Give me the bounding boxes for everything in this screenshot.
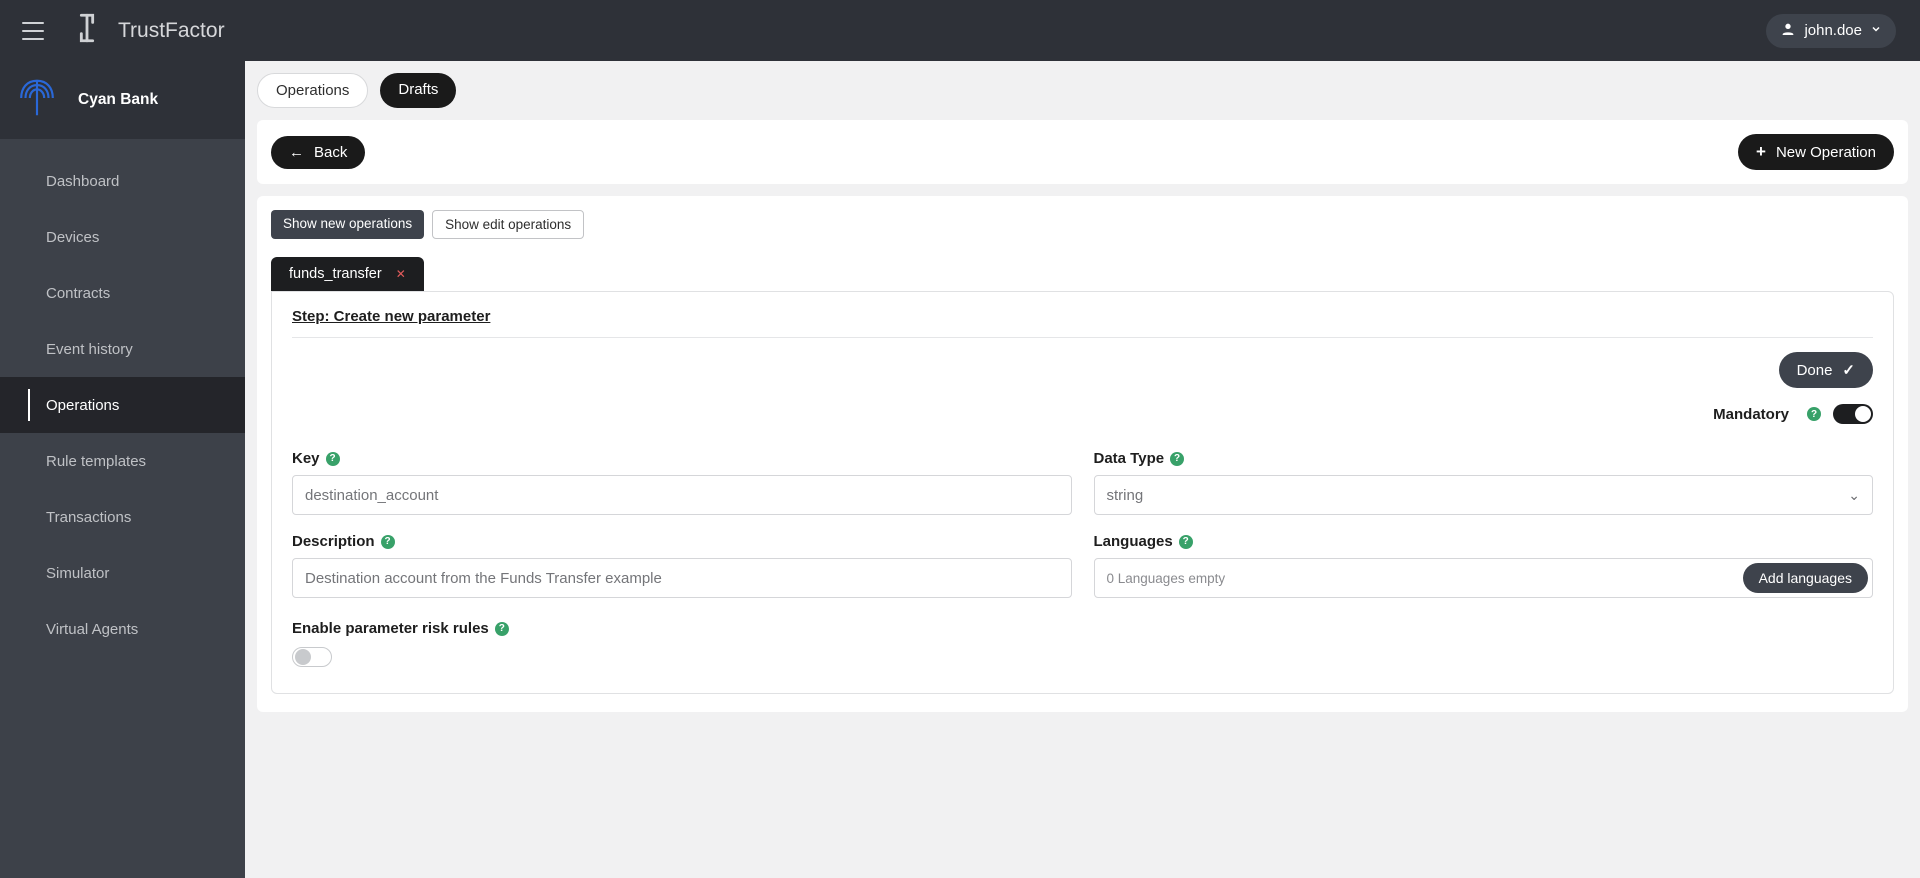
nav-item-simulator[interactable]: Simulator (0, 545, 245, 601)
help-icon[interactable]: ? (1179, 535, 1193, 549)
label-text: Data Type (1094, 450, 1165, 467)
chip-label: Show new operations (283, 216, 412, 231)
sidebar: Cyan Bank Dashboard Devices Contracts Ev… (0, 61, 245, 878)
topbar: TrustFactor john.doe (0, 0, 1920, 61)
field-data-type: Data Type ? string (1094, 450, 1874, 515)
tab-label: Operations (276, 82, 349, 99)
nav-item-virtual-agents[interactable]: Virtual Agents (0, 601, 245, 657)
back-label: Back (314, 144, 347, 161)
help-icon[interactable]: ? (381, 535, 395, 549)
help-icon[interactable]: ? (495, 622, 509, 636)
filter-show-edit[interactable]: Show edit operations (432, 210, 584, 239)
form-grid: Key ? Data Type ? string (292, 450, 1873, 598)
nav-label: Simulator (46, 565, 109, 582)
user-icon (1780, 21, 1796, 41)
help-icon[interactable]: ? (1807, 407, 1821, 421)
nav-label: Devices (46, 229, 99, 246)
label-text: Enable parameter risk rules (292, 620, 489, 637)
data-type-label: Data Type ? (1094, 450, 1874, 467)
plus-icon (1756, 142, 1766, 162)
main-content: Operations Drafts Back New Operation Sho… (245, 61, 1920, 878)
add-languages-label: Add languages (1759, 570, 1852, 586)
draft-tab-funds-transfer[interactable]: funds_transfer ✕ (271, 257, 424, 291)
key-label: Key ? (292, 450, 1072, 467)
nav-item-operations[interactable]: Operations (0, 377, 245, 433)
label-text: Description (292, 533, 375, 550)
tab-drafts[interactable]: Drafts (380, 73, 456, 108)
label-text: Key (292, 450, 320, 467)
nav-label: Rule templates (46, 453, 146, 470)
risk-label: Enable parameter risk rules ? (292, 620, 1873, 637)
user-menu[interactable]: john.doe (1766, 14, 1896, 48)
tenant-header: Cyan Bank (0, 61, 245, 139)
nav-label: Event history (46, 341, 133, 358)
chip-label: Show edit operations (445, 217, 571, 232)
add-languages-button[interactable]: Add languages (1743, 563, 1868, 593)
chevron-down-icon (1870, 22, 1882, 39)
user-name: john.doe (1804, 22, 1862, 39)
draft-tab-label: funds_transfer (289, 266, 382, 282)
field-key: Key ? (292, 450, 1072, 515)
help-icon[interactable]: ? (326, 452, 340, 466)
tab-operations[interactable]: Operations (257, 73, 368, 108)
nav-label: Virtual Agents (46, 621, 138, 638)
filter-show-new[interactable]: Show new operations (271, 210, 424, 239)
nav-label: Contracts (46, 285, 110, 302)
new-operation-label: New Operation (1776, 144, 1876, 161)
action-bar: Back New Operation (257, 120, 1908, 184)
risk-toggle[interactable] (292, 647, 332, 667)
hamburger-menu-icon[interactable] (22, 22, 46, 40)
back-button[interactable]: Back (271, 136, 365, 169)
draft-tabs: funds_transfer ✕ (271, 257, 1894, 291)
nav-item-rule-templates[interactable]: Rule templates (0, 433, 245, 489)
nav: Dashboard Devices Contracts Event histor… (0, 139, 245, 657)
tenant-name: Cyan Bank (78, 91, 158, 109)
data-type-select[interactable]: string (1094, 475, 1874, 515)
tenant-logo-icon (14, 75, 60, 126)
languages-label: Languages ? (1094, 533, 1874, 550)
parameter-panel: Step: Create new parameter Done Mandator… (271, 291, 1894, 694)
nav-item-contracts[interactable]: Contracts (0, 265, 245, 321)
mandatory-toggle[interactable] (1833, 404, 1873, 424)
new-operation-button[interactable]: New Operation (1738, 134, 1894, 170)
key-input[interactable] (292, 475, 1072, 515)
done-label: Done (1797, 362, 1833, 379)
mandatory-label: Mandatory (1713, 406, 1789, 423)
mandatory-row: Mandatory ? (292, 404, 1873, 424)
select-value: string (1107, 487, 1144, 504)
filter-chips: Show new operations Show edit operations (271, 210, 1894, 239)
check-icon (1842, 361, 1855, 379)
brand-logo-icon (70, 11, 104, 50)
divider (292, 337, 1873, 338)
nav-item-event-history[interactable]: Event history (0, 321, 245, 377)
nav-item-dashboard[interactable]: Dashboard (0, 153, 245, 209)
chevron-down-icon (1848, 487, 1860, 504)
label-text: Languages (1094, 533, 1173, 550)
nav-label: Operations (46, 397, 119, 414)
done-button[interactable]: Done (1779, 352, 1873, 388)
work-card: Show new operations Show edit operations… (257, 196, 1908, 712)
tab-label: Drafts (398, 81, 438, 98)
field-description: Description ? (292, 533, 1072, 598)
nav-label: Dashboard (46, 173, 119, 190)
panel-title: Step: Create new parameter (292, 308, 1873, 325)
field-languages: Languages ? 0 Languages empty Add langua… (1094, 533, 1874, 598)
help-icon[interactable]: ? (1170, 452, 1184, 466)
nav-item-transactions[interactable]: Transactions (0, 489, 245, 545)
tabs-row: Operations Drafts (257, 61, 1908, 120)
arrow-left-icon (289, 144, 304, 161)
brand: TrustFactor (70, 11, 225, 50)
risk-row: Enable parameter risk rules ? (292, 620, 1873, 667)
languages-box: 0 Languages empty Add languages (1094, 558, 1874, 598)
close-icon[interactable]: ✕ (396, 267, 406, 281)
nav-label: Transactions (46, 509, 131, 526)
description-label: Description ? (292, 533, 1072, 550)
brand-name: TrustFactor (118, 19, 225, 43)
languages-status: 0 Languages empty (1107, 571, 1743, 586)
description-input[interactable] (292, 558, 1072, 598)
nav-item-devices[interactable]: Devices (0, 209, 245, 265)
